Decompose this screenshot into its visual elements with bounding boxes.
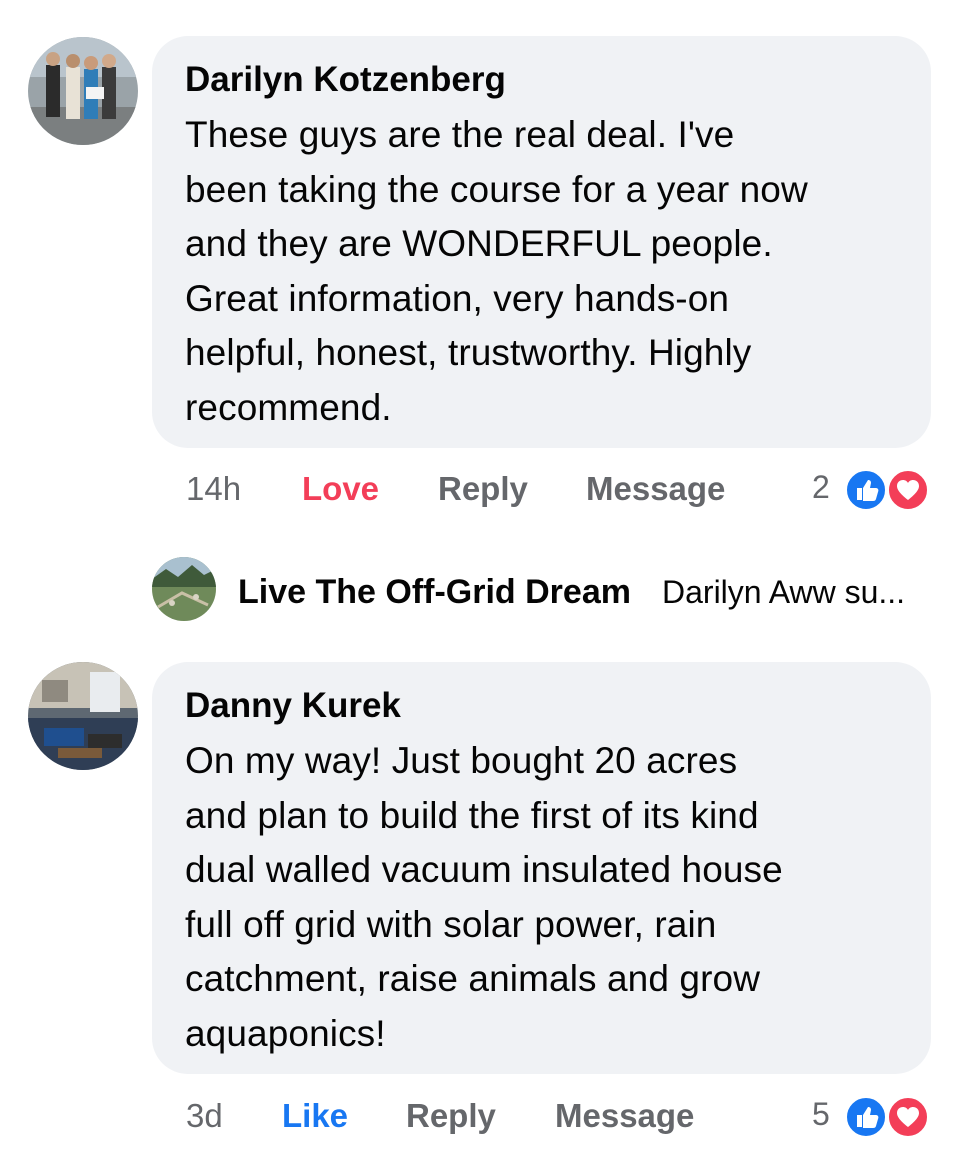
timestamp-link[interactable]: 3d: [186, 1091, 223, 1141]
comment-line: On my way! Just bought 20 acres: [185, 740, 738, 781]
reply-button[interactable]: Reply: [438, 464, 528, 514]
message-button[interactable]: Message: [555, 1091, 694, 1141]
like-button[interactable]: Like: [282, 1091, 348, 1141]
avatar-photo-danny: [28, 662, 138, 770]
comment-author[interactable]: Darilyn Kotzenberg: [185, 58, 901, 102]
reply-author[interactable]: Live The Off-Grid Dream: [238, 568, 631, 616]
comment-bubble-danny: Danny Kurek On my way! Just bought 20 ac…: [152, 662, 931, 1074]
reaction-summary-darilyn[interactable]: 2: [812, 464, 936, 514]
reply-button[interactable]: Reply: [406, 1091, 496, 1141]
avatar-offgrid-page[interactable]: [152, 557, 216, 621]
reaction-summary-danny[interactable]: 5: [812, 1091, 936, 1141]
avatar-danny[interactable]: [28, 662, 138, 770]
love-button[interactable]: Love: [302, 464, 379, 514]
message-button[interactable]: Message: [586, 464, 725, 514]
reply-snippet: Darilyn Aww su...: [662, 574, 906, 610]
comment-line: These guys are the real deal. I've: [185, 114, 735, 155]
comment-line: and they are WONDERFUL people.: [185, 223, 773, 264]
like-icon: [844, 1095, 888, 1139]
comment-line: helpful, honest, trustworthy. Highly: [185, 332, 752, 373]
comment-bubble-darilyn: Darilyn Kotzenberg These guys are the re…: [152, 36, 931, 448]
reaction-count: 2: [812, 469, 830, 505]
comment-line: full off grid with solar power, rain: [185, 903, 717, 945]
comment-line: recommend.: [185, 386, 392, 428]
heart-icon: [886, 1095, 930, 1139]
comment-text: These guys are the real deal. I've been …: [185, 108, 901, 435]
timestamp-link[interactable]: 14h: [186, 464, 241, 514]
comment-actions-danny: 3d Like Reply Message: [186, 1091, 746, 1141]
comment-line: catchment, raise animals and grow: [185, 958, 761, 999]
comment-line: Great information, very hands-on: [185, 277, 730, 319]
comment-line: dual walled vacuum insulated house: [185, 849, 783, 890]
comment-line: aquaponics!: [185, 1012, 386, 1054]
comment-line: been taking the course for a year now: [185, 168, 808, 210]
avatar-photo-darilyn: [28, 37, 138, 145]
avatar-darilyn[interactable]: [28, 37, 138, 145]
comment-line: and plan to build the first of its kind: [185, 794, 759, 836]
reaction-count: 5: [812, 1096, 830, 1132]
reply-preview[interactable]: Live The Off-Grid Dream Darilyn Aww su..…: [238, 560, 938, 624]
comment-text: On my way! Just bought 20 acres and plan…: [185, 734, 901, 1061]
comment-actions-darilyn: 14h Love Reply Message: [186, 464, 766, 514]
comment-author[interactable]: Danny Kurek: [185, 684, 901, 728]
avatar-photo-offgrid: [152, 557, 216, 621]
heart-icon: [886, 468, 930, 512]
like-icon: [844, 468, 888, 512]
